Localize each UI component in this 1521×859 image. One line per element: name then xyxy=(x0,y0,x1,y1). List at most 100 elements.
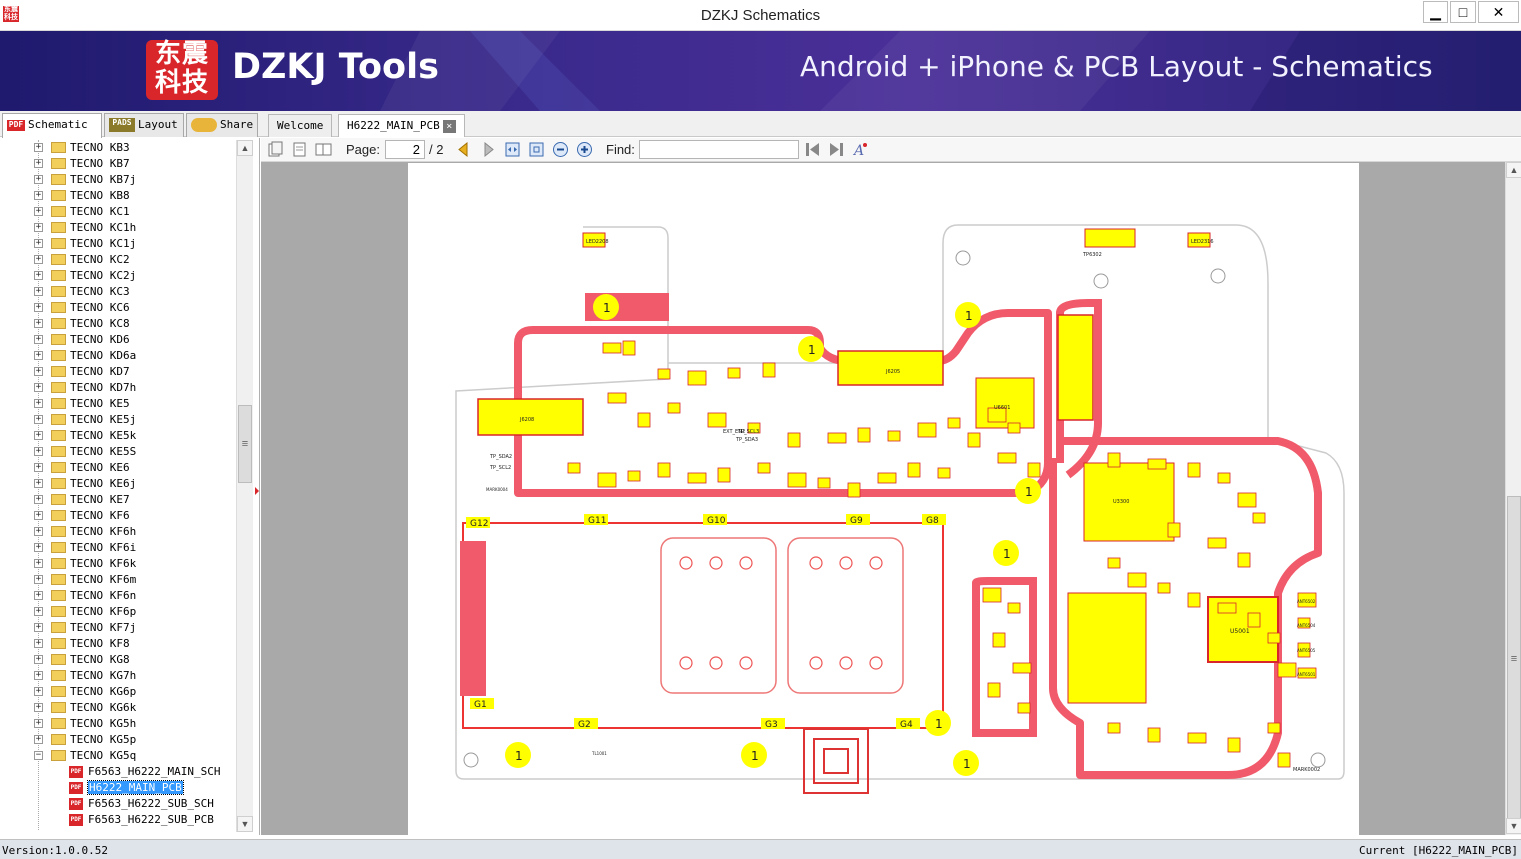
tab-layout[interactable]: PADS Layout xyxy=(104,113,184,137)
expand-icon[interactable]: + xyxy=(34,463,43,472)
tree-file-item[interactable]: PDF H6222_MAIN_PCB xyxy=(0,780,236,796)
expand-icon[interactable]: + xyxy=(34,623,43,632)
expand-icon[interactable]: + xyxy=(34,207,43,216)
tree-folder-item[interactable]: + TECNO KF7j xyxy=(0,620,236,636)
expand-icon[interactable]: + xyxy=(34,495,43,504)
close-button[interactable]: ✕ xyxy=(1478,1,1519,23)
scroll-down-icon[interactable]: ▼ xyxy=(237,816,253,832)
expand-icon[interactable]: + xyxy=(34,671,43,680)
tree-folder-item[interactable]: + TECNO KE6j xyxy=(0,476,236,492)
scroll-thumb[interactable]: ≡ xyxy=(1507,496,1521,823)
tab-share[interactable]: Share xyxy=(186,113,258,137)
expand-icon[interactable]: + xyxy=(34,719,43,728)
collapse-icon[interactable]: − xyxy=(34,751,43,760)
expand-icon[interactable]: + xyxy=(34,383,43,392)
tree-folder-item[interactable]: + TECNO KF8 xyxy=(0,636,236,652)
tree-folder-item[interactable]: + TECNO KF6k xyxy=(0,556,236,572)
tree-file-item[interactable]: PDF F6563_H6222_SUB_SCH xyxy=(0,796,236,812)
prev-page-icon[interactable] xyxy=(455,141,472,158)
tree-folder-item[interactable]: + TECNO KF6p xyxy=(0,604,236,620)
expand-icon[interactable]: + xyxy=(34,415,43,424)
expand-icon[interactable]: + xyxy=(34,255,43,264)
tree-folder-item[interactable]: + TECNO KD6 xyxy=(0,332,236,348)
expand-icon[interactable]: + xyxy=(34,527,43,536)
find-prev-icon[interactable] xyxy=(804,141,821,158)
expand-icon[interactable]: + xyxy=(34,367,43,376)
pcb-layout-page[interactable]: 1 1 1 1 1 1 1 1 1 G12 G11 G10 G9 G8 G1 G2 G3 G4 LED2208 LED… xyxy=(408,163,1359,835)
tree-folder-item[interactable]: + TECNO KC2j xyxy=(0,268,236,284)
tree-folder-item[interactable]: + TECNO KE6 xyxy=(0,460,236,476)
tree-folder-item[interactable]: + TECNO KF6 xyxy=(0,508,236,524)
two-page-icon[interactable] xyxy=(315,141,332,158)
expand-icon[interactable]: + xyxy=(34,575,43,584)
tree-folder-item[interactable]: + TECNO KF6n xyxy=(0,588,236,604)
tab-close-icon[interactable]: × xyxy=(442,119,456,133)
expand-icon[interactable]: + xyxy=(34,479,43,488)
expand-icon[interactable]: + xyxy=(34,399,43,408)
expand-icon[interactable]: + xyxy=(34,607,43,616)
tree-folder-item[interactable]: + TECNO KC1 xyxy=(0,204,236,220)
tree-folder-item[interactable]: + TECNO KG5p xyxy=(0,732,236,748)
tree-folder-item[interactable]: + TECNO KG5h xyxy=(0,716,236,732)
tree-folder-item[interactable]: + TECNO KE5k xyxy=(0,428,236,444)
tab-schematic[interactable]: PDF Schematic xyxy=(2,113,102,138)
zoom-out-icon[interactable] xyxy=(552,141,569,158)
expand-icon[interactable]: + xyxy=(34,591,43,600)
scroll-down-icon[interactable]: ▼ xyxy=(1506,818,1521,834)
sidebar-scrollbar[interactable]: ▲ ≡ ▼ xyxy=(236,140,253,832)
tree-folder-item[interactable]: + TECNO KG6p xyxy=(0,684,236,700)
tree-folder-item[interactable]: + TECNO KB3 xyxy=(0,140,236,156)
tree-folder-item[interactable]: + TECNO KD6a xyxy=(0,348,236,364)
minimize-button[interactable]: ▁ xyxy=(1423,1,1448,23)
zoom-in-icon[interactable] xyxy=(576,141,593,158)
tree-folder-item[interactable]: + TECNO KG6k xyxy=(0,700,236,716)
tree-folder-item[interactable]: + TECNO KG7h xyxy=(0,668,236,684)
expand-icon[interactable]: + xyxy=(34,191,43,200)
highlight-text-icon[interactable]: A xyxy=(852,141,869,158)
next-page-icon[interactable] xyxy=(480,141,497,158)
tree-folder-item[interactable]: + TECNO KE5 xyxy=(0,396,236,412)
tree-folder-item[interactable]: + TECNO KC6 xyxy=(0,300,236,316)
expand-icon[interactable]: + xyxy=(34,687,43,696)
tree-folder-item[interactable]: + TECNO KE5j xyxy=(0,412,236,428)
document-viewer[interactable]: 1 1 1 1 1 1 1 1 1 G12 G11 G10 G9 G8 G1 G2 G3 G4 LED2208 LED… xyxy=(261,162,1505,835)
expand-icon[interactable]: + xyxy=(34,271,43,280)
tree-folder-item[interactable]: + TECNO KC8 xyxy=(0,316,236,332)
viewer-scrollbar[interactable]: ▲ ≡ ▼ xyxy=(1505,162,1521,835)
expand-icon[interactable]: + xyxy=(34,655,43,664)
expand-icon[interactable]: + xyxy=(34,159,43,168)
tree-folder-item[interactable]: + TECNO KE5S xyxy=(0,444,236,460)
tab-h6222-main-pcb[interactable]: H6222_MAIN_PCB × xyxy=(338,114,465,137)
tree-folder-item[interactable]: + TECNO KB8 xyxy=(0,188,236,204)
scroll-up-icon[interactable]: ▲ xyxy=(237,140,253,156)
expand-icon[interactable]: + xyxy=(34,639,43,648)
splitter-arrow-icon[interactable] xyxy=(255,487,259,495)
copy-page-icon[interactable] xyxy=(267,141,284,158)
tab-welcome[interactable]: Welcome xyxy=(268,114,333,137)
scroll-up-icon[interactable]: ▲ xyxy=(1506,162,1521,178)
expand-icon[interactable]: + xyxy=(34,223,43,232)
expand-icon[interactable]: + xyxy=(34,335,43,344)
expand-icon[interactable]: + xyxy=(34,287,43,296)
tree-folder-item[interactable]: + TECNO KB7j xyxy=(0,172,236,188)
tree-folder-item[interactable]: + TECNO KB7 xyxy=(0,156,236,172)
tree-folder-item[interactable]: + TECNO KF6i xyxy=(0,540,236,556)
tree-folder-item[interactable]: + TECNO KD7h xyxy=(0,380,236,396)
expand-icon[interactable]: + xyxy=(34,447,43,456)
tree-folder-item[interactable]: + TECNO KG8 xyxy=(0,652,236,668)
expand-icon[interactable]: + xyxy=(34,431,43,440)
maximize-button[interactable]: □ xyxy=(1450,1,1476,23)
tree-folder-item[interactable]: − TECNO KG5q xyxy=(0,748,236,764)
expand-icon[interactable]: + xyxy=(34,703,43,712)
find-next-icon[interactable] xyxy=(828,141,845,158)
tree-folder-item[interactable]: + TECNO KC1h xyxy=(0,220,236,236)
single-page-icon[interactable] xyxy=(291,141,308,158)
tree-folder-item[interactable]: + TECNO KD7 xyxy=(0,364,236,380)
fit-page-icon[interactable] xyxy=(528,141,545,158)
tree-folder-item[interactable]: + TECNO KC1j xyxy=(0,236,236,252)
expand-icon[interactable]: + xyxy=(34,543,43,552)
expand-icon[interactable]: + xyxy=(34,239,43,248)
tree-folder-item[interactable]: + TECNO KF6m xyxy=(0,572,236,588)
expand-icon[interactable]: + xyxy=(34,143,43,152)
expand-icon[interactable]: + xyxy=(34,511,43,520)
